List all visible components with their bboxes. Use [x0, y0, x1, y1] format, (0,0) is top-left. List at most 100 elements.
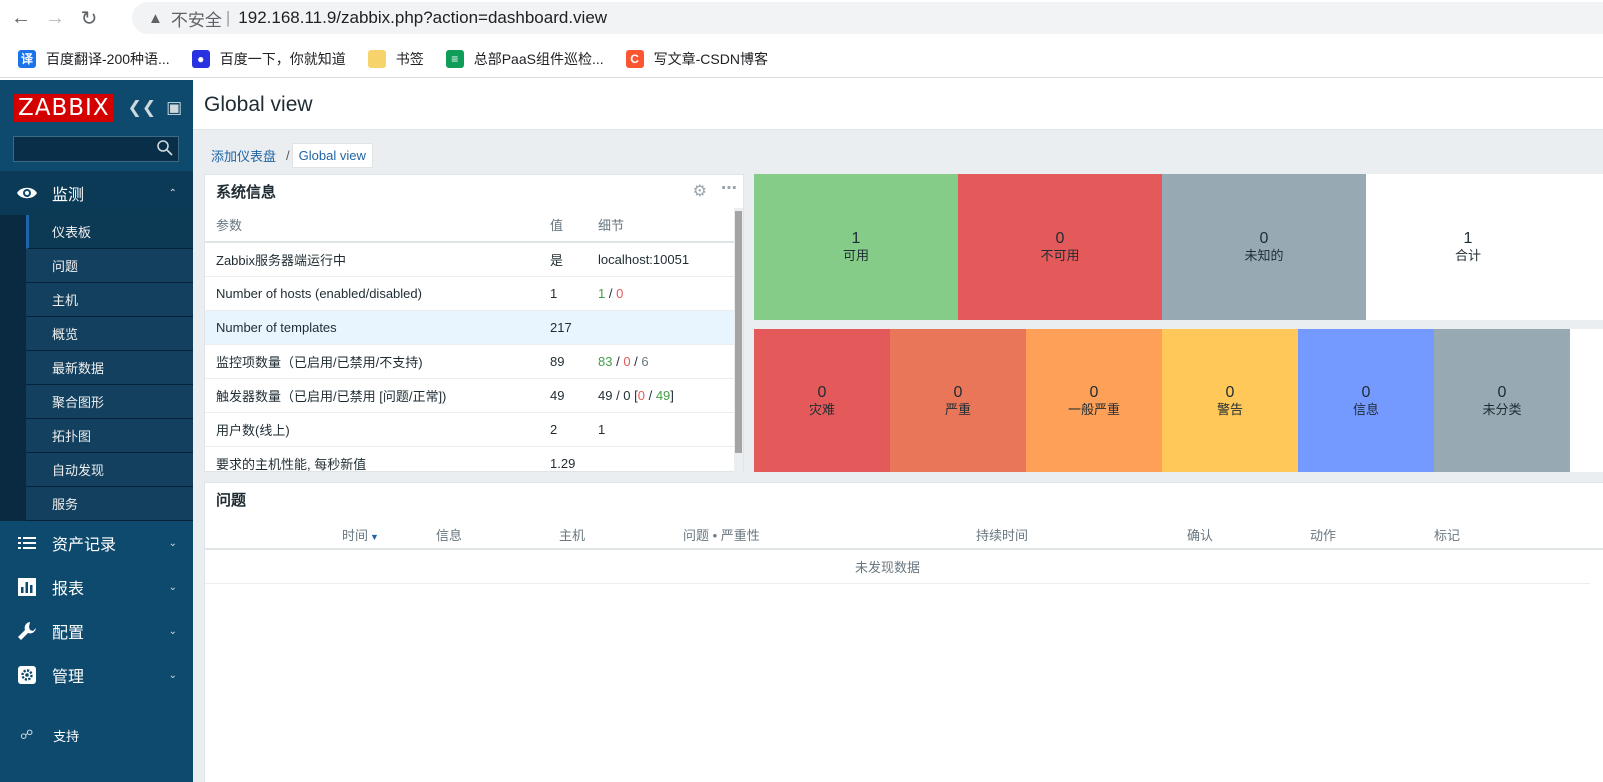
forward-icon[interactable]: → [42, 5, 68, 31]
column-header: 值 [550, 208, 598, 243]
chevron-up-icon: ⌃ [168, 187, 177, 199]
bookmark-item[interactable]: 译百度翻译-200种语... [18, 49, 170, 69]
severity-tile[interactable]: 0 严重 [890, 329, 1026, 472]
column-header: 动作 [1310, 528, 1337, 543]
column-header: 细节 [598, 208, 743, 243]
sidebar-search-input[interactable] [13, 136, 179, 162]
bookmark-item[interactable]: ● 百度一下，你就知道 [191, 49, 346, 69]
column-header-time[interactable]: 时间 ▼ [342, 525, 379, 544]
table-row: Number of hosts (enabled/disabled) 1 1 /… [205, 276, 743, 311]
submenu-item[interactable]: 问题 [26, 249, 193, 283]
chevron-down-icon: ⌄ [168, 625, 177, 637]
eye-icon [16, 182, 38, 204]
severity-tile[interactable]: 0 警告 [1162, 329, 1298, 472]
table-row: 用户数(线上) 2 1 [205, 412, 743, 447]
scrollbar[interactable] [734, 208, 743, 472]
tile-count: 0 [1225, 383, 1235, 401]
address-bar[interactable]: ▲ 不安全 | 192.168.11.9/zabbix.php?action=d… [132, 2, 1603, 34]
submenu-item[interactable]: 最新数据 [26, 351, 193, 385]
value-cell: 49 [550, 378, 598, 413]
bookmark-item[interactable]: 书签 [367, 49, 424, 69]
severity-tile[interactable]: 0 未分类 [1434, 329, 1570, 472]
tile-count: 0 [1361, 383, 1371, 401]
page-title: Global view [204, 92, 313, 116]
submenu-item[interactable]: 拓扑图 [26, 419, 193, 453]
chevron-down-icon: ⌄ [168, 581, 177, 593]
bookmark-label: 书签 [395, 50, 424, 67]
reload-icon[interactable]: ↻ [76, 5, 102, 31]
menu-group-header[interactable]: 监测 ⌃ [0, 171, 193, 215]
availability-tile[interactable]: 0 未知的 [1162, 174, 1366, 320]
menu-group: 资产记录 ⌄ [0, 521, 193, 565]
zabbix-logo[interactable]: ZABBIX [14, 94, 114, 122]
column-header: 参数 [205, 208, 550, 243]
system-info-widget: 系统信息 ⚙ ⋯ 参数 值 细节 Zabbix服务器端运行中 是 localho… [204, 174, 744, 481]
severity-tile[interactable]: 0 信息 [1298, 329, 1434, 472]
sheets-icon: ≡ [445, 49, 464, 68]
menu-group: 报表 ⌄ [0, 565, 193, 609]
tile-count: 0 [953, 383, 963, 401]
severity-tile[interactable]: 0 一般严重 [1026, 329, 1162, 472]
submenu-item[interactable]: 概览 [26, 317, 193, 351]
breadcrumb-current[interactable]: Global view [291, 143, 373, 168]
submenu-item[interactable]: 服务 [26, 487, 193, 521]
main-content: Global view 添加仪表盘 / Global view 系统信息 ⚙ ⋯… [193, 80, 1603, 782]
menu-group-header[interactable]: 管理 ⌄ [0, 653, 193, 697]
tile-count: 1 [851, 230, 861, 247]
tile-label: 不可用 [1040, 248, 1080, 263]
detail-cell [598, 310, 743, 345]
page-header: Global view [193, 80, 1603, 130]
menu-group-header[interactable]: 配置 ⌄ [0, 609, 193, 653]
tile-label: 一般严重 [1067, 401, 1120, 417]
menu-group: 监测 ⌃ 仪表板 问题 主机 概览 最新数据 聚合图形 拓扑图 自动发现 服务 [0, 171, 193, 521]
availability-tile[interactable]: 1 合计 [1366, 174, 1570, 320]
menu-group-header[interactable]: 报表 ⌄ [0, 565, 193, 609]
detail-cell: localhost:10051 [598, 242, 743, 277]
gear-icon[interactable]: ⚙ [693, 181, 707, 201]
url-text[interactable]: 192.168.11.9/zabbix.php?action=dashboard… [238, 8, 607, 28]
table-row: 要求的主机性能, 每秒新值 1.29 [205, 446, 743, 481]
submenu-item[interactable]: 自动发现 [26, 453, 193, 487]
breadcrumb-separator: / [286, 148, 290, 163]
bookmark-label: 百度翻译-200种语... [46, 50, 170, 67]
breadcrumb-parent-link[interactable]: 添加仪表盘 [203, 142, 284, 169]
more-options-icon[interactable]: ⋯ [721, 178, 737, 198]
browser-toolbar: ← → ↻ ▲ 不安全 | 192.168.11.9/zabbix.php?ac… [0, 0, 1603, 36]
tile-label: 信息 [1352, 401, 1379, 417]
bookmark-item[interactable]: ≡ 总部PaaS组件巡检... [445, 49, 604, 69]
table-row: 监控项数量（已启用/已禁用/不支持) 89 83 / 0 / 6 [205, 344, 743, 379]
bookmark-item[interactable]: C 写文章-CSDN博客 [625, 49, 768, 69]
menu-group-header[interactable]: 资产记录 ⌄ [0, 521, 193, 565]
tile-label: 合计 [1454, 248, 1481, 263]
severity-tile[interactable]: 0 灾难 [754, 329, 890, 472]
availability-tile[interactable]: 1 可用 [754, 174, 958, 320]
param-cell: Zabbix服务器端运行中 [205, 242, 550, 277]
menu-group: 管理 ⌄ [0, 653, 193, 697]
translate-icon: 译 [18, 49, 36, 68]
tile-count: 0 [817, 383, 827, 401]
tile-count: 1 [1463, 230, 1473, 247]
search-icon[interactable] [156, 139, 174, 157]
problems-table-header: 时间 ▼ 信息 主机 问题 • 严重性 持续时间 确认 动作 标记 [205, 516, 1603, 550]
back-icon[interactable]: ← [8, 5, 34, 31]
value-cell: 217 [550, 310, 598, 345]
separator: ] [670, 387, 674, 403]
problems-widget: 问题 时间 ▼ 信息 主机 问题 • 严重性 持续时间 确认 动作 标记 未发现数… [204, 482, 1603, 782]
tile-label: 严重 [944, 401, 971, 417]
headset-icon: ☍ [20, 727, 34, 742]
tile-label: 灾难 [808, 401, 835, 417]
value-cell: 1.29 [550, 446, 598, 481]
menu-group-label: 监测 [52, 187, 85, 204]
support-link[interactable]: ☍ 支持 [0, 720, 193, 750]
widget-header: 系统信息 ⚙ ⋯ [205, 175, 743, 208]
submenu-item[interactable]: 聚合图形 [26, 385, 193, 419]
availability-tile[interactable]: 0 不可用 [958, 174, 1162, 320]
submenu-item[interactable]: 主机 [26, 283, 193, 317]
submenu-item[interactable]: 仪表板 [26, 215, 193, 249]
scrollbar-thumb[interactable] [735, 211, 742, 453]
kiosk-mode-icon[interactable]: ▣ [166, 98, 182, 118]
column-header: 确认 [1187, 528, 1214, 543]
list-icon [16, 532, 38, 554]
time-label: 时间 [342, 528, 369, 543]
collapse-sidebar-icon[interactable]: ❮❮ [128, 98, 157, 118]
